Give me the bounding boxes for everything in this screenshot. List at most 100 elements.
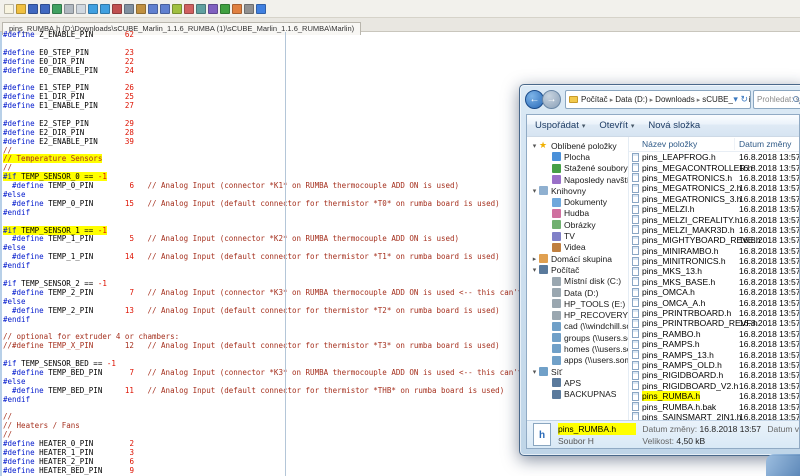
sidebar-item[interactable]: APS [527, 377, 628, 388]
sidebar-item[interactable]: ▾Knihovny [527, 185, 628, 196]
file-row[interactable]: pins_RAMBO.h16.8.2018 13:57 [629, 329, 799, 339]
file-row[interactable]: pins_MEGACONTROLLER.h16.8.2018 13:57 [629, 162, 799, 172]
sidebar-item[interactable]: groups (\\users.soma.cz) [527, 332, 628, 343]
file-row[interactable]: pins_RUMBA.h.bak16.8.2018 13:57 [629, 401, 799, 411]
goto-line-icon[interactable] [172, 4, 182, 14]
redo-icon[interactable] [100, 4, 110, 14]
file-row[interactable]: pins_MEGATRONICS.h16.8.2018 13:57 [629, 173, 799, 183]
file-row[interactable]: pins_MELZI.h16.8.2018 13:57 [629, 204, 799, 214]
sidebar-item[interactable]: Videa [527, 242, 628, 253]
file-row[interactable]: pins_MEGATRONICS_3.h16.8.2018 13:57 [629, 194, 799, 204]
sidebar-item[interactable]: homes (\\users.soma.cz) [527, 343, 628, 354]
cut-icon[interactable] [112, 4, 122, 14]
copy-icon[interactable] [124, 4, 134, 14]
expander-icon[interactable]: ▾ [530, 142, 539, 150]
reload-icon[interactable] [52, 4, 62, 14]
file-row[interactable]: pins_LEAPFROG.h16.8.2018 13:57 [629, 152, 799, 162]
organize-button[interactable]: Uspořádat ▾ [535, 120, 585, 131]
expander-icon[interactable]: ▾ [530, 368, 539, 376]
file-row[interactable]: pins_MIGHTYBOARD_REVE.h16.8.2018 13:57 [629, 235, 799, 245]
file-row[interactable]: pins_PRINTRBOARD_REVF.h16.8.2018 13:57 [629, 318, 799, 328]
replace-icon[interactable] [160, 4, 170, 14]
expander-icon[interactable]: ▾ [530, 187, 539, 195]
paste-icon[interactable] [136, 4, 146, 14]
column-headers: Název položky Datum změny [629, 137, 799, 152]
sidebar-item[interactable]: ▾Síť [527, 366, 628, 377]
h-file-icon [632, 225, 639, 234]
compile-icon[interactable] [208, 4, 218, 14]
sidebar-item[interactable]: ▾★Oblíbené položky [527, 140, 628, 151]
preview-icon[interactable] [76, 4, 86, 14]
file-modified: 16.8.2018 13:57 [739, 329, 799, 339]
file-row[interactable]: pins_RUMBA.h16.8.2018 13:57 [629, 391, 799, 401]
sidebar-item[interactable]: Hudba [527, 208, 628, 219]
file-row[interactable]: pins_MKS_13.h16.8.2018 13:57 [629, 266, 799, 276]
right-margin-line [285, 32, 286, 476]
file-row[interactable]: pins_PRINTRBOARD.h16.8.2018 13:57 [629, 308, 799, 318]
search-input[interactable]: Prohledat: sCUBE_M [753, 90, 800, 109]
column-header-name[interactable]: Název položky [642, 139, 697, 149]
column-divider[interactable] [734, 138, 735, 150]
sidebar-item[interactable]: ▸Domácí skupina [527, 253, 628, 264]
sidebar-item[interactable]: Stažené soubory [527, 163, 628, 174]
open-folder-icon[interactable] [16, 4, 26, 14]
file-row[interactable]: pins_MINIRAMBO.h16.8.2018 13:57 [629, 246, 799, 256]
file-row[interactable]: pins_MKS_BASE.h16.8.2018 13:57 [629, 277, 799, 287]
file-row[interactable]: pins_MELZI_MAKR3D.h16.8.2018 13:57 [629, 225, 799, 235]
save-icon[interactable] [28, 4, 38, 14]
file-row[interactable]: pins_RAMPS_OLD.h16.8.2018 13:57 [629, 360, 799, 370]
expander-icon[interactable]: ▾ [530, 266, 539, 274]
open-button[interactable]: Otevřít ▾ [599, 120, 634, 131]
sidebar-item[interactable]: ▾Počítač [527, 264, 628, 275]
file-modified: 16.8.2018 13:57 [739, 235, 799, 245]
file-row[interactable]: pins_MEGATRONICS_2.h16.8.2018 13:57 [629, 183, 799, 193]
file-row[interactable]: pins_RIGIDBOARD.h16.8.2018 13:57 [629, 370, 799, 380]
sidebar-item[interactable]: Dokumenty [527, 196, 628, 207]
file-row[interactable]: pins_SAINSMART_2IN1.h16.8.2018 13:57 [629, 412, 799, 420]
sidebar-item[interactable]: Místní disk (C:) [527, 276, 628, 287]
run-icon[interactable] [220, 4, 230, 14]
file-row[interactable]: pins_RAMPS.h16.8.2018 13:57 [629, 339, 799, 349]
file-row[interactable]: pins_RIGIDBOARD_V2.h16.8.2018 13:57 [629, 381, 799, 391]
file-row[interactable]: pins_RAMPS_13.h16.8.2018 13:57 [629, 349, 799, 359]
file-row[interactable]: pins_OMCA.h16.8.2018 13:57 [629, 287, 799, 297]
sidebar-item[interactable]: Plocha [527, 151, 628, 162]
save-all-icon[interactable] [40, 4, 50, 14]
sidebar-item[interactable]: apps (\\users.soma.cz) [527, 355, 628, 366]
breadcrumb-segment[interactable]: Data (D:) [615, 95, 647, 104]
file-row[interactable]: pins_MINITRONICS.h16.8.2018 13:57 [629, 256, 799, 266]
sidebar-item[interactable]: HP_TOOLS (E:) [527, 298, 628, 309]
sidebar-item-label: homes (\\users.soma.cz) [564, 344, 628, 354]
sidebar-item[interactable]: Data (D:) [527, 287, 628, 298]
help-icon[interactable] [256, 4, 266, 14]
code-explorer-icon[interactable] [196, 4, 206, 14]
undo-icon[interactable] [88, 4, 98, 14]
sidebar-item[interactable]: Obrázky [527, 219, 628, 230]
breadcrumb: Počítač▸Data (D:)▸Downloads▸sCUBE_Marlin… [581, 95, 751, 104]
forward-button[interactable]: → [542, 90, 561, 109]
refresh-icon[interactable]: ↻ [740, 94, 748, 104]
address-bar[interactable]: Počítač▸Data (D:)▸Downloads▸sCUBE_Marlin… [565, 90, 751, 109]
bookmark-icon[interactable] [184, 4, 194, 14]
settings-icon[interactable] [244, 4, 254, 14]
sidebar-item-label: Data (D:) [564, 288, 598, 298]
file-row[interactable]: pins_OMCA_A.h16.8.2018 13:57 [629, 297, 799, 307]
find-icon[interactable] [148, 4, 158, 14]
file-modified: 16.8.2018 13:57 [739, 339, 799, 349]
new-folder-button[interactable]: Nová složka [648, 120, 700, 131]
sidebar-item[interactable]: cad (\\windchill.soma.cz) [527, 321, 628, 332]
print-icon[interactable] [64, 4, 74, 14]
h-file-icon [632, 173, 639, 182]
breadcrumb-segment[interactable]: Počítač [581, 95, 608, 104]
color-picker-icon[interactable] [232, 4, 242, 14]
breadcrumb-segment[interactable]: Downloads [655, 95, 695, 104]
column-header-modified[interactable]: Datum změny [739, 139, 791, 149]
sidebar-item[interactable]: TV [527, 230, 628, 241]
file-row[interactable]: pins_MELZI_CREALITY.h16.8.2018 13:57 [629, 214, 799, 224]
sidebar-item[interactable]: Naposledy navštívené [527, 174, 628, 185]
address-dropdown-icon[interactable]: ▾ [733, 94, 738, 104]
new-file-icon[interactable] [4, 4, 14, 14]
sidebar-item[interactable]: BACKUPNAS [527, 389, 628, 400]
expander-icon[interactable]: ▸ [530, 255, 539, 263]
sidebar-item[interactable]: HP_RECOVERY (G:) [527, 309, 628, 320]
